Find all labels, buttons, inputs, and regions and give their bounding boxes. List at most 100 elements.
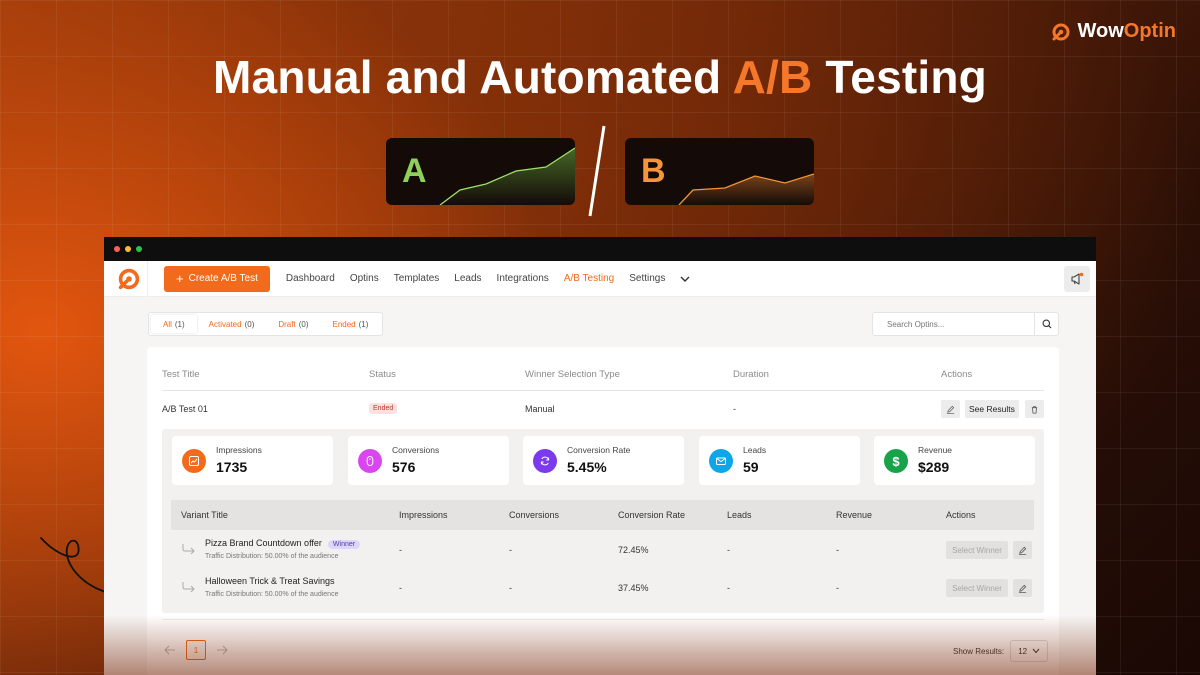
col-impressions: Impressions [399, 510, 448, 520]
announcement-button[interactable] [1064, 266, 1090, 292]
duration-value: - [733, 404, 736, 414]
variant-impressions: - [399, 583, 402, 593]
edit-variant-button[interactable] [1013, 579, 1032, 597]
top-navigation: + Create A/B Test Dashboard Optins Templ… [104, 260, 1096, 297]
select-winner-button[interactable]: Select Winner [946, 579, 1008, 597]
pencil-icon [946, 405, 955, 414]
select-winner-button[interactable]: Select Winner [946, 541, 1008, 559]
slash-divider [588, 125, 606, 217]
nav-ab-testing[interactable]: A/B Testing [564, 273, 614, 284]
table-row[interactable]: Halloween Trick & Treat Savings Traffic … [171, 570, 1034, 606]
filter-all-label: All [163, 319, 172, 329]
maximize-dot[interactable] [136, 246, 142, 252]
filter-draft-count: (0) [298, 319, 309, 329]
variants-table-header: Variant Title Impressions Conversions Co… [171, 500, 1034, 530]
headline-accent: A/B [732, 51, 813, 103]
chevron-down-icon [1032, 648, 1040, 654]
col-winner-selection-type: Winner Selection Type [525, 369, 620, 380]
search-input[interactable] [873, 313, 1034, 335]
col-revenue: Revenue [836, 510, 873, 520]
nav-leads[interactable]: Leads [454, 273, 481, 284]
variant-conversion-rate: 37.45% [618, 583, 649, 593]
see-results-button[interactable]: See Results [965, 400, 1019, 418]
tests-table-header: Test Title Status Winner Selection Type … [162, 369, 1044, 391]
headline-part2: Testing [812, 51, 987, 103]
stat-card-impressions: Impressions 1735 [172, 436, 333, 485]
app-logo[interactable] [110, 260, 148, 297]
table-row[interactable]: Pizza Brand Countdown offer Winner Traffi… [171, 532, 1034, 568]
stat-card-leads: Leads 59 [699, 436, 860, 485]
filter-all-count: (1) [174, 319, 185, 329]
stat-value: 1735 [216, 459, 248, 475]
create-ab-test-button[interactable]: + Create A/B Test [164, 265, 270, 292]
winner-badge: Winner [327, 540, 361, 549]
variant-revenue: - [836, 545, 839, 555]
create-ab-test-label: Create A/B Test [188, 273, 258, 284]
wowoptin-logo-icon [118, 268, 139, 289]
stat-value: 5.45% [567, 459, 607, 475]
close-dot[interactable] [114, 246, 120, 252]
stat-label: Conversions [392, 445, 440, 455]
col-actions: Actions [946, 510, 976, 520]
col-conversion-rate: Conversion Rate [618, 510, 686, 520]
next-page-icon[interactable] [216, 645, 228, 655]
nav-links: Dashboard Optins Templates Leads Integra… [286, 273, 690, 284]
filter-ended-label: Ended [332, 319, 356, 329]
nav-integrations[interactable]: Integrations [497, 273, 549, 284]
minimize-dot[interactable] [125, 246, 131, 252]
traffic-distribution: Traffic Distribution: 50.00% of the audi… [205, 553, 339, 560]
stat-value: $289 [918, 459, 950, 475]
megaphone-icon [1071, 272, 1084, 285]
variant-conversion-rate: 72.45% [618, 545, 649, 555]
chevron-down-icon[interactable] [680, 274, 690, 284]
per-page-value: 12 [1018, 646, 1028, 656]
search-button[interactable] [1034, 313, 1058, 335]
traffic-distribution: Traffic Distribution: 50.00% of the audi… [205, 591, 339, 598]
nav-optins[interactable]: Optins [350, 273, 379, 284]
variant-b-letter: B [641, 152, 666, 190]
filter-draft[interactable]: Draft (0) [266, 315, 320, 333]
filter-ended[interactable]: Ended (1) [320, 315, 380, 333]
delete-test-button[interactable] [1025, 400, 1044, 418]
subitem-arrow-icon [182, 582, 195, 593]
variant-title: Halloween Trick & Treat Savings [205, 576, 335, 586]
filter-activated[interactable]: Activated (0) [197, 315, 267, 333]
per-page-select[interactable]: 12 [1010, 640, 1049, 662]
prev-page-icon[interactable] [164, 645, 176, 655]
variant-conversions: - [509, 583, 512, 593]
col-status: Status [369, 369, 396, 380]
variant-title: Pizza Brand Countdown offer Winner [205, 538, 361, 549]
brand-logo: WowOptin [1051, 20, 1176, 43]
stat-value: 59 [743, 459, 759, 475]
col-leads: Leads [727, 510, 752, 520]
stat-value: 576 [392, 459, 416, 475]
status-filter-tabs: All (1) Activated (0) Draft (0) Ended (1) [148, 312, 384, 336]
divider [162, 619, 1044, 620]
filter-ended-count: (1) [358, 319, 369, 329]
test-title: A/B Test 01 [162, 404, 208, 414]
dollar-icon: $ [884, 449, 908, 473]
nav-dashboard[interactable]: Dashboard [286, 273, 335, 284]
filter-all[interactable]: All (1) [151, 315, 197, 333]
filter-activated-label: Activated [208, 319, 242, 329]
pagination: 1 [164, 640, 228, 660]
variant-conversions: - [509, 545, 512, 555]
table-row[interactable]: A/B Test 01 Ended Manual - See Results [162, 395, 1044, 425]
headline-part1: Manual and Automated [213, 51, 733, 103]
nav-settings[interactable]: Settings [629, 273, 665, 284]
pencil-icon [1018, 546, 1027, 555]
col-test-title: Test Title [162, 369, 200, 380]
test-results-detail: Impressions 1735 Conversions 576 Convers… [162, 429, 1044, 613]
variant-b-card: B [625, 138, 814, 205]
trash-icon [1031, 405, 1038, 414]
edit-test-button[interactable] [941, 400, 960, 418]
edit-variant-button[interactable] [1013, 541, 1032, 559]
page-number[interactable]: 1 [186, 640, 206, 660]
nav-templates[interactable]: Templates [394, 273, 440, 284]
col-duration: Duration [733, 369, 769, 380]
variant-title-text: Pizza Brand Countdown offer [205, 538, 322, 548]
brand-name-part2: Optin [1123, 20, 1176, 42]
stat-label: Leads [743, 445, 767, 455]
winner-type: Manual [525, 404, 555, 414]
stat-label: Revenue [918, 445, 953, 455]
